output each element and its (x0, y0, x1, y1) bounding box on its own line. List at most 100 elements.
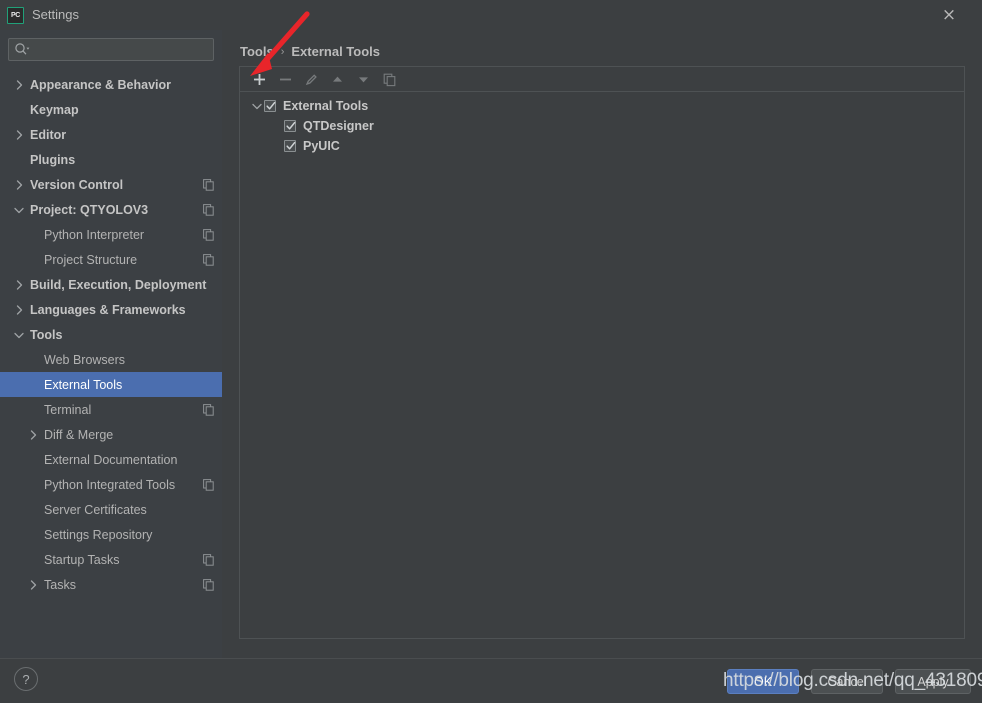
sidebar-item-python-integrated-tools[interactable]: Python Integrated Tools (0, 472, 222, 497)
chevron-right-icon[interactable] (14, 272, 26, 297)
module-scope-icon (203, 172, 214, 197)
dialog-footer: ? OK Cancel Apply (0, 658, 982, 703)
sidebar-item-label: Version Control (30, 177, 124, 192)
breadcrumb: Tools › External Tools (240, 44, 380, 59)
sidebar-item-tools[interactable]: Tools (0, 322, 222, 347)
module-scope-icon (203, 547, 214, 572)
chevron-right-icon[interactable] (28, 422, 40, 447)
sidebar-item-project-structure[interactable]: Project Structure (0, 247, 222, 272)
external-tools-panel: External Tools QTDesigner PyUIC (239, 66, 965, 639)
help-button[interactable]: ? (14, 667, 38, 691)
sidebar-item-python-interpreter[interactable]: Python Interpreter (0, 222, 222, 247)
sidebar-item-label: Tasks (44, 577, 76, 592)
tools-tree: External Tools QTDesigner PyUIC (240, 92, 964, 638)
sidebar-item-diff-merge[interactable]: Diff & Merge (0, 422, 222, 447)
sidebar-tree: Appearance & Behavior Keymap Editor Plugins… (0, 72, 222, 597)
sidebar-item-label: Project: QTYOLOV3 (30, 202, 149, 217)
tool-checkbox[interactable] (284, 140, 296, 152)
settings-sidebar: Appearance & Behavior Keymap Editor Plugins… (0, 30, 222, 658)
sidebar-item-external-tools[interactable]: External Tools (0, 372, 222, 397)
tool-checkbox[interactable] (284, 120, 296, 132)
sidebar-item-label: External Tools (44, 377, 123, 392)
main-panel: Tools › External Tools External Tools QT… (222, 30, 982, 658)
sidebar-item-keymap[interactable]: Keymap (0, 97, 222, 122)
sidebar-item-label: Diff & Merge (44, 427, 114, 442)
settings-dialog: PC Settings × Appearance & Behavior Keyma… (0, 0, 982, 703)
tools-toolbar (240, 67, 964, 92)
sidebar-item-label: Project Structure (44, 252, 138, 267)
title-bar: PC Settings × (0, 0, 982, 30)
breadcrumb-current: External Tools (291, 44, 380, 59)
sidebar-item-server-certificates[interactable]: Server Certificates (0, 497, 222, 522)
chevron-right-icon[interactable] (14, 297, 26, 322)
tools-tree-item[interactable]: PyUIC (240, 136, 964, 156)
module-scope-icon (203, 572, 214, 597)
module-scope-icon (203, 222, 214, 247)
module-scope-icon (203, 472, 214, 497)
sidebar-item-version-control[interactable]: Version Control (0, 172, 222, 197)
sidebar-item-label: Web Browsers (44, 352, 126, 367)
tools-tree-item[interactable]: QTDesigner (240, 116, 964, 136)
sidebar-item-label: Plugins (30, 152, 76, 167)
breadcrumb-parent[interactable]: Tools (240, 44, 274, 59)
sidebar-item-project-qtyolov3[interactable]: Project: QTYOLOV3 (0, 197, 222, 222)
sidebar-item-label: Keymap (30, 102, 79, 117)
move-down-button[interactable] (350, 67, 376, 91)
apply-button[interactable]: Apply (895, 669, 971, 694)
search-input[interactable] (8, 38, 214, 61)
cancel-button[interactable]: Cancel (811, 669, 883, 694)
sidebar-item-label: Editor (30, 127, 67, 142)
breadcrumb-separator: › (280, 45, 285, 58)
sidebar-item-build-execution-deployment[interactable]: Build, Execution, Deployment (0, 272, 222, 297)
module-scope-icon (203, 397, 214, 422)
sidebar-item-terminal[interactable]: Terminal (0, 397, 222, 422)
sidebar-item-label: Python Integrated Tools (44, 477, 176, 492)
sidebar-item-web-browsers[interactable]: Web Browsers (0, 347, 222, 372)
sidebar-item-label: Appearance & Behavior (30, 77, 172, 92)
chevron-down-icon[interactable] (14, 322, 26, 347)
sidebar-item-label: Server Certificates (44, 502, 147, 517)
chevron-down-icon[interactable] (14, 197, 26, 222)
module-scope-icon (203, 247, 214, 272)
chevron-right-icon[interactable] (14, 172, 26, 197)
sidebar-item-label: Tools (30, 327, 63, 342)
ok-button[interactable]: OK (727, 669, 799, 694)
chevron-right-icon[interactable] (14, 122, 26, 147)
sidebar-item-settings-repository[interactable]: Settings Repository (0, 522, 222, 547)
sidebar-item-label: Python Interpreter (44, 227, 145, 242)
chevron-right-icon[interactable] (14, 72, 26, 97)
sidebar-item-label: Languages & Frameworks (30, 302, 186, 317)
group-checkbox[interactable] (264, 100, 276, 112)
copy-icon (383, 73, 395, 86)
sidebar-item-startup-tasks[interactable]: Startup Tasks (0, 547, 222, 572)
add-tool-button[interactable] (246, 67, 272, 91)
sidebar-item-plugins[interactable]: Plugins (0, 147, 222, 172)
group-label: External Tools (283, 99, 369, 113)
chevron-down-icon[interactable] (250, 101, 264, 111)
sidebar-item-languages-frameworks[interactable]: Languages & Frameworks (0, 297, 222, 322)
copy-tool-button[interactable] (376, 67, 402, 91)
move-up-button[interactable] (324, 67, 350, 91)
sidebar-item-tasks[interactable]: Tasks (0, 572, 222, 597)
search-box[interactable] (8, 38, 214, 61)
tool-label: QTDesigner (303, 119, 374, 133)
sidebar-item-label: External Documentation (44, 452, 178, 467)
arrow-up-icon (332, 76, 342, 82)
sidebar-item-label: Terminal (44, 402, 92, 417)
sidebar-item-label: Settings Repository (44, 527, 153, 542)
sidebar-item-editor[interactable]: Editor (0, 122, 222, 147)
sidebar-item-appearance-behavior[interactable]: Appearance & Behavior (0, 72, 222, 97)
tools-tree-group[interactable]: External Tools (240, 96, 964, 116)
pencil-icon (305, 73, 317, 85)
remove-tool-button[interactable] (272, 67, 298, 91)
close-icon[interactable]: × (926, 0, 972, 30)
plus-icon (253, 73, 265, 85)
edit-tool-button[interactable] (298, 67, 324, 91)
arrow-down-icon (358, 76, 368, 82)
window-title: Settings (32, 7, 79, 22)
chevron-right-icon[interactable] (28, 572, 40, 597)
pycharm-logo-icon: PC (7, 7, 24, 24)
sidebar-item-external-documentation[interactable]: External Documentation (0, 447, 222, 472)
sidebar-item-label: Build, Execution, Deployment (30, 277, 207, 292)
sidebar-item-label: Startup Tasks (44, 552, 120, 567)
